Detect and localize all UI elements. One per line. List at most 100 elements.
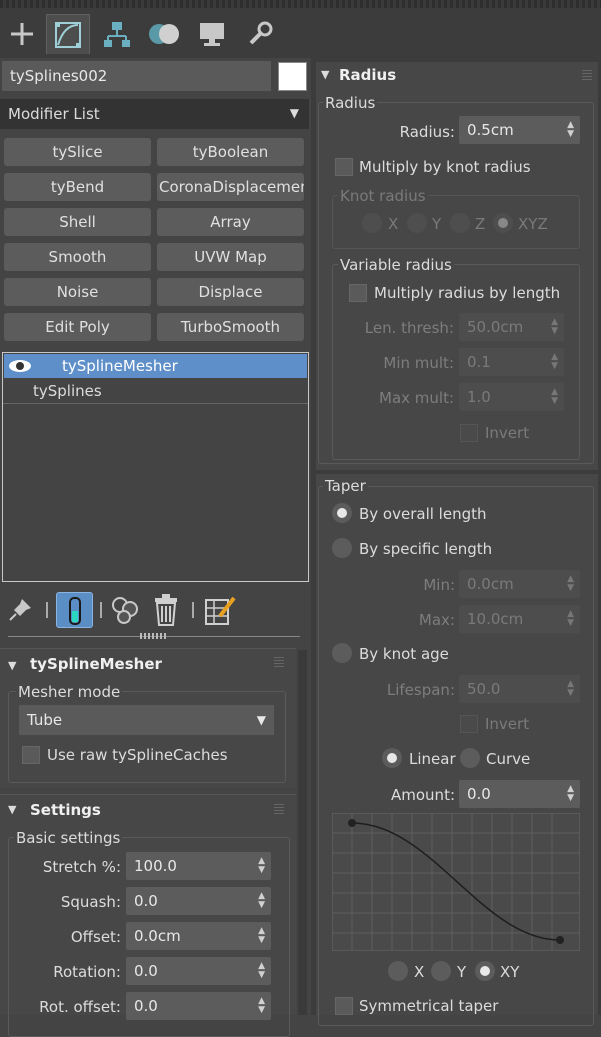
- rotation-value: 0.0: [134, 962, 158, 980]
- resize-handle[interactable]: [140, 633, 166, 639]
- offset-spinner[interactable]: 0.0cm ▲ ▼: [126, 922, 271, 950]
- modifier-button-smooth[interactable]: Smooth: [4, 243, 151, 271]
- configure-sets-icon[interactable]: [204, 594, 238, 626]
- spinner-arrows-icon[interactable]: ▲ ▼: [258, 892, 265, 910]
- multiply-knot-checkbox[interactable]: [335, 158, 353, 176]
- utilities-tab[interactable]: [238, 14, 282, 54]
- radio-label: Linear: [409, 750, 456, 768]
- amount-spinner[interactable]: 0.0 ▲ ▼: [459, 780, 580, 808]
- group-label: Variable radius: [338, 256, 454, 274]
- taper-axis-xy-radio[interactable]: [475, 961, 495, 981]
- radio-label: XY: [500, 963, 520, 981]
- motion-tab[interactable]: [142, 14, 186, 54]
- spinner-arrows-icon[interactable]: ▲ ▼: [258, 962, 265, 980]
- modifier-button-tyslice[interactable]: tySlice: [4, 138, 151, 166]
- radio-label: XYZ: [518, 215, 548, 233]
- rollout-title[interactable]: Settings: [30, 801, 101, 819]
- by-specific-length-radio[interactable]: [332, 538, 352, 558]
- use-raw-checkbox[interactable]: [22, 746, 40, 764]
- show-end-result-button[interactable]: [56, 592, 93, 628]
- make-unique-icon[interactable]: [110, 595, 142, 625]
- radio-label: Z: [475, 215, 486, 233]
- modifier-button-corona-displacement[interactable]: CoronaDisplacementMod: [157, 173, 304, 201]
- rollout-title[interactable]: tySplineMesher: [30, 655, 162, 673]
- spinner-arrows-icon[interactable]: ▲ ▼: [258, 927, 265, 945]
- hierarchy-tab[interactable]: [95, 14, 139, 54]
- spinner-arrows-icon[interactable]: ▲ ▼: [567, 680, 574, 698]
- rollout-collapse-icon[interactable]: ▼: [321, 68, 329, 81]
- max-mult-spinner[interactable]: 1.0 ▲ ▼: [459, 383, 564, 411]
- modifier-button-noise[interactable]: Noise: [4, 278, 151, 306]
- spinner-arrows-icon[interactable]: ▲ ▼: [567, 610, 574, 628]
- grip-icon[interactable]: [274, 657, 284, 667]
- modifier-button-array[interactable]: Array: [157, 208, 304, 236]
- spinner-arrows-icon[interactable]: ▲ ▼: [551, 353, 558, 371]
- spinner-arrows-icon[interactable]: ▲ ▼: [567, 575, 574, 593]
- multiply-length-checkbox[interactable]: [349, 284, 367, 302]
- rotation-spinner[interactable]: 0.0 ▲ ▼: [126, 957, 271, 985]
- stack-item[interactable]: tySplines: [3, 379, 308, 404]
- invert-checkbox[interactable]: [460, 424, 478, 442]
- curve-end-point[interactable]: [556, 936, 564, 944]
- knot-axis-z-radio[interactable]: [450, 213, 470, 233]
- spinner-arrows-icon[interactable]: ▲ ▼: [551, 318, 558, 336]
- rot-offset-spinner[interactable]: 0.0 ▲ ▼: [126, 992, 271, 1020]
- grip-icon[interactable]: [274, 804, 284, 814]
- eye-icon[interactable]: [8, 359, 32, 373]
- taper-axis-y-radio[interactable]: [431, 961, 451, 981]
- min-mult-spinner[interactable]: 0.1 ▲ ▼: [459, 348, 564, 376]
- modifier-button-turbosmooth[interactable]: TurboSmooth: [157, 313, 304, 341]
- create-tab[interactable]: [0, 14, 44, 54]
- symmetrical-taper-checkbox[interactable]: [335, 997, 353, 1015]
- mesher-rollout: ▼ tySplineMesher Mesher mode Tube ▼ Use …: [0, 648, 296, 788]
- spinner-arrows-icon[interactable]: ▲ ▼: [258, 857, 265, 875]
- len-thresh-spinner[interactable]: 50.0cm ▲ ▼: [459, 313, 564, 341]
- lifespan-spinner[interactable]: 50.0 ▲ ▼: [459, 675, 580, 703]
- modifier-list-dropdown[interactable]: Modifier List ▼: [0, 99, 309, 129]
- stack-item-selected[interactable]: tySplineMesher: [4, 354, 307, 378]
- squash-spinner[interactable]: 0.0 ▲ ▼: [126, 887, 271, 915]
- object-name-field[interactable]: tySplines002: [2, 61, 271, 91]
- radio-label: X: [414, 963, 425, 981]
- modifier-button-edit-poly[interactable]: Edit Poly: [4, 313, 151, 341]
- taper-min-spinner[interactable]: 0.0cm ▲ ▼: [459, 570, 580, 598]
- taper-invert-checkbox[interactable]: [460, 715, 478, 733]
- knot-axis-x-radio[interactable]: [362, 213, 382, 233]
- stack-item-label: tySplineMesher: [34, 354, 307, 378]
- rollout-title[interactable]: Radius: [339, 66, 396, 84]
- taper-axis-x-radio[interactable]: [388, 961, 408, 981]
- curve-radio[interactable]: [460, 748, 480, 768]
- pin-stack-icon[interactable]: [8, 596, 34, 622]
- modify-tab[interactable]: [46, 14, 90, 54]
- mesher-mode-dropdown[interactable]: Tube ▼: [19, 705, 274, 735]
- stretch-spinner[interactable]: 100.0 ▲ ▼: [126, 852, 271, 880]
- display-tab[interactable]: [190, 14, 234, 54]
- modifier-button-shell[interactable]: Shell: [4, 208, 151, 236]
- taper-max-spinner[interactable]: 10.0cm ▲ ▼: [459, 605, 580, 633]
- rollout-collapse-icon[interactable]: ▼: [8, 659, 16, 672]
- spinner-arrows-icon[interactable]: ▲ ▼: [567, 121, 574, 139]
- modifier-button-tyboolean[interactable]: tyBoolean: [157, 138, 304, 166]
- spinner-arrows-icon[interactable]: ▲ ▼: [567, 785, 574, 803]
- spinner-arrows-icon[interactable]: ▲ ▼: [258, 997, 265, 1015]
- object-color-swatch[interactable]: [278, 62, 307, 91]
- trash-icon[interactable]: [152, 594, 180, 626]
- modifier-button-tybend[interactable]: tyBend: [4, 173, 151, 201]
- rollout-collapse-icon[interactable]: ▼: [8, 803, 16, 816]
- linear-radio[interactable]: [382, 748, 402, 768]
- by-knot-age-radio[interactable]: [332, 643, 352, 663]
- left-scrollbar[interactable]: [298, 650, 307, 1015]
- command-panel-tabs: [0, 0, 601, 58]
- radius-spinner[interactable]: 0.5cm ▲ ▼: [459, 116, 580, 144]
- by-overall-length-radio[interactable]: [332, 503, 352, 523]
- knot-axis-y-radio[interactable]: [407, 213, 427, 233]
- curve-start-point[interactable]: [348, 819, 356, 827]
- taper-curve-graph[interactable]: [332, 813, 580, 951]
- taper-panel: Taper By overall length By specific leng…: [316, 474, 598, 1026]
- spinner-arrows-icon[interactable]: ▲ ▼: [551, 388, 558, 406]
- modifier-button-displace[interactable]: Displace: [157, 278, 304, 306]
- knot-axis-xyz-radio[interactable]: [493, 213, 513, 233]
- modifier-button-uvw-map[interactable]: UVW Map: [157, 243, 304, 271]
- grip-icon[interactable]: [582, 70, 592, 80]
- invert-label: Invert: [485, 715, 530, 733]
